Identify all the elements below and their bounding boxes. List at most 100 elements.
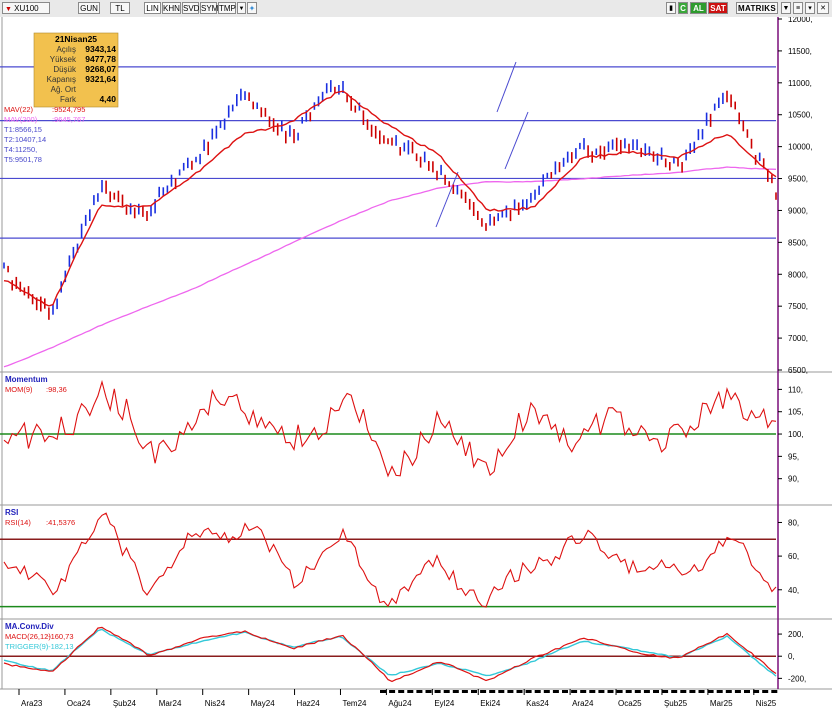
info-label: Açılış bbox=[56, 45, 76, 54]
session-marker bbox=[507, 690, 514, 693]
color-swatch-icon[interactable]: ▮ bbox=[666, 2, 676, 14]
y-tick-label: 10500, bbox=[788, 111, 812, 120]
x-tick-label: Mar25 bbox=[710, 699, 733, 708]
session-marker bbox=[389, 690, 396, 693]
x-tick-label: Şub24 bbox=[113, 699, 137, 708]
trigger-value: :-182,13 bbox=[46, 642, 74, 651]
panel-title: Momentum bbox=[5, 375, 48, 384]
session-marker bbox=[734, 690, 741, 693]
x-tick-label: Oca24 bbox=[67, 699, 91, 708]
series-value: :-160,73 bbox=[46, 632, 74, 641]
session-marker bbox=[662, 690, 669, 693]
series-label: MOM(9) bbox=[5, 385, 33, 394]
khn-button[interactable]: KHN bbox=[162, 2, 181, 14]
session-marker bbox=[480, 690, 487, 693]
info-label: Ağ. Ort bbox=[51, 85, 77, 94]
session-marker bbox=[461, 690, 468, 693]
currency-button[interactable]: TL bbox=[110, 2, 130, 14]
session-marker bbox=[707, 690, 714, 693]
x-tick-label: Eki24 bbox=[480, 699, 501, 708]
x-tick-label: Şub25 bbox=[664, 699, 688, 708]
svd-button[interactable]: SVD bbox=[182, 2, 199, 14]
y-tick-label: 100, bbox=[788, 430, 804, 439]
x-tick-label: Tem24 bbox=[342, 699, 367, 708]
session-marker bbox=[562, 690, 568, 693]
y-tick-label: 80, bbox=[788, 518, 799, 527]
info-value: 9343,14 bbox=[85, 44, 116, 54]
panel-title: MA.Conv.Div bbox=[5, 622, 54, 631]
x-tick-label: Ara24 bbox=[572, 699, 594, 708]
session-marker bbox=[771, 690, 778, 693]
symbol-label: XU100 bbox=[14, 4, 39, 13]
y-tick-label: 110, bbox=[788, 385, 803, 394]
series-value: :41,5376 bbox=[46, 518, 75, 527]
x-tick-label: Oca25 bbox=[618, 699, 642, 708]
overlay-value: :9645,767 bbox=[52, 115, 85, 124]
twitter-icon[interactable]: ✦ bbox=[247, 2, 257, 14]
info-value: 9321,64 bbox=[85, 74, 116, 84]
overlay-label: T5:9501,78 bbox=[4, 155, 42, 164]
info-label: Yüksek bbox=[50, 55, 77, 64]
session-marker bbox=[452, 690, 459, 693]
session-marker bbox=[525, 690, 532, 693]
session-marker bbox=[516, 690, 523, 693]
y-tick-label: 12000, bbox=[788, 17, 812, 24]
close-icon[interactable]: ✕ bbox=[817, 2, 829, 14]
info-value: 9268,07 bbox=[85, 64, 116, 74]
series-label: MACD(26,12) bbox=[5, 632, 51, 641]
x-tick-label: Ağu24 bbox=[388, 699, 412, 708]
x-tick-label: May24 bbox=[251, 699, 276, 708]
info-value: 4,40 bbox=[99, 94, 116, 104]
sym-button[interactable]: SYM bbox=[200, 2, 218, 14]
session-marker bbox=[416, 690, 423, 693]
settings-icon[interactable]: ≡ bbox=[793, 2, 803, 14]
info-label: Düşük bbox=[53, 65, 77, 74]
session-marker bbox=[625, 690, 632, 693]
y-tick-label: 11000, bbox=[788, 79, 812, 88]
y-tick-label: 0, bbox=[788, 652, 795, 661]
session-marker bbox=[671, 690, 678, 693]
al-button[interactable]: AL bbox=[690, 2, 707, 14]
x-tick-label: Kas24 bbox=[526, 699, 549, 708]
y-tick-label: 8500, bbox=[788, 238, 808, 247]
session-marker bbox=[534, 690, 541, 693]
session-marker bbox=[716, 690, 723, 693]
session-marker bbox=[498, 690, 505, 693]
y-tick-label: 95, bbox=[788, 452, 799, 461]
session-marker bbox=[589, 690, 596, 693]
y-tick-label: 105, bbox=[788, 408, 804, 417]
period-button[interactable]: GUN bbox=[78, 2, 100, 14]
session-marker bbox=[443, 690, 450, 693]
session-marker bbox=[571, 690, 578, 693]
symbol-selector[interactable]: ▼ XU100 bbox=[2, 2, 50, 14]
y-tick-label: 11500, bbox=[788, 47, 812, 56]
session-marker bbox=[689, 690, 696, 693]
session-marker bbox=[580, 690, 587, 693]
session-marker bbox=[425, 690, 432, 693]
x-tick-label: Haz24 bbox=[297, 699, 321, 708]
y-tick-label: -200, bbox=[788, 674, 806, 683]
overlay-label: T4:11250, bbox=[4, 145, 37, 154]
c-button[interactable]: C bbox=[678, 2, 688, 14]
x-tick-label: Mar24 bbox=[159, 699, 182, 708]
overlay-label: MAV(22) bbox=[4, 105, 34, 114]
x-tick-label: Nis24 bbox=[205, 699, 226, 708]
x-tick-label: Ara23 bbox=[21, 699, 43, 708]
session-marker bbox=[471, 690, 477, 693]
minimize-icon[interactable]: ▾ bbox=[805, 2, 815, 14]
session-marker bbox=[407, 690, 414, 693]
dropdown-icon-2[interactable]: ▼ bbox=[781, 2, 791, 14]
matriks-label: MATRIKS bbox=[736, 2, 778, 14]
tmp-dropdown-icon[interactable]: ▼ bbox=[237, 2, 246, 14]
sat-button[interactable]: SAT bbox=[708, 2, 728, 14]
y-tick-label: 8000, bbox=[788, 270, 808, 279]
session-marker bbox=[398, 690, 405, 693]
session-marker bbox=[680, 690, 687, 693]
chart-area[interactable]: 12000, 11500, 11000, 10500, 10000, 9500, 9000,… bbox=[0, 17, 832, 717]
y-tick-label: 40, bbox=[788, 586, 799, 595]
tmp-button[interactable]: TMP bbox=[218, 2, 236, 14]
session-marker bbox=[607, 690, 614, 693]
lin-button[interactable]: LIN bbox=[144, 2, 161, 14]
toolbar: ▼ XU100 GUN TL LIN KHN SVD SYM TMP ▼ ✦ ▮… bbox=[0, 0, 832, 18]
session-marker bbox=[653, 690, 659, 693]
